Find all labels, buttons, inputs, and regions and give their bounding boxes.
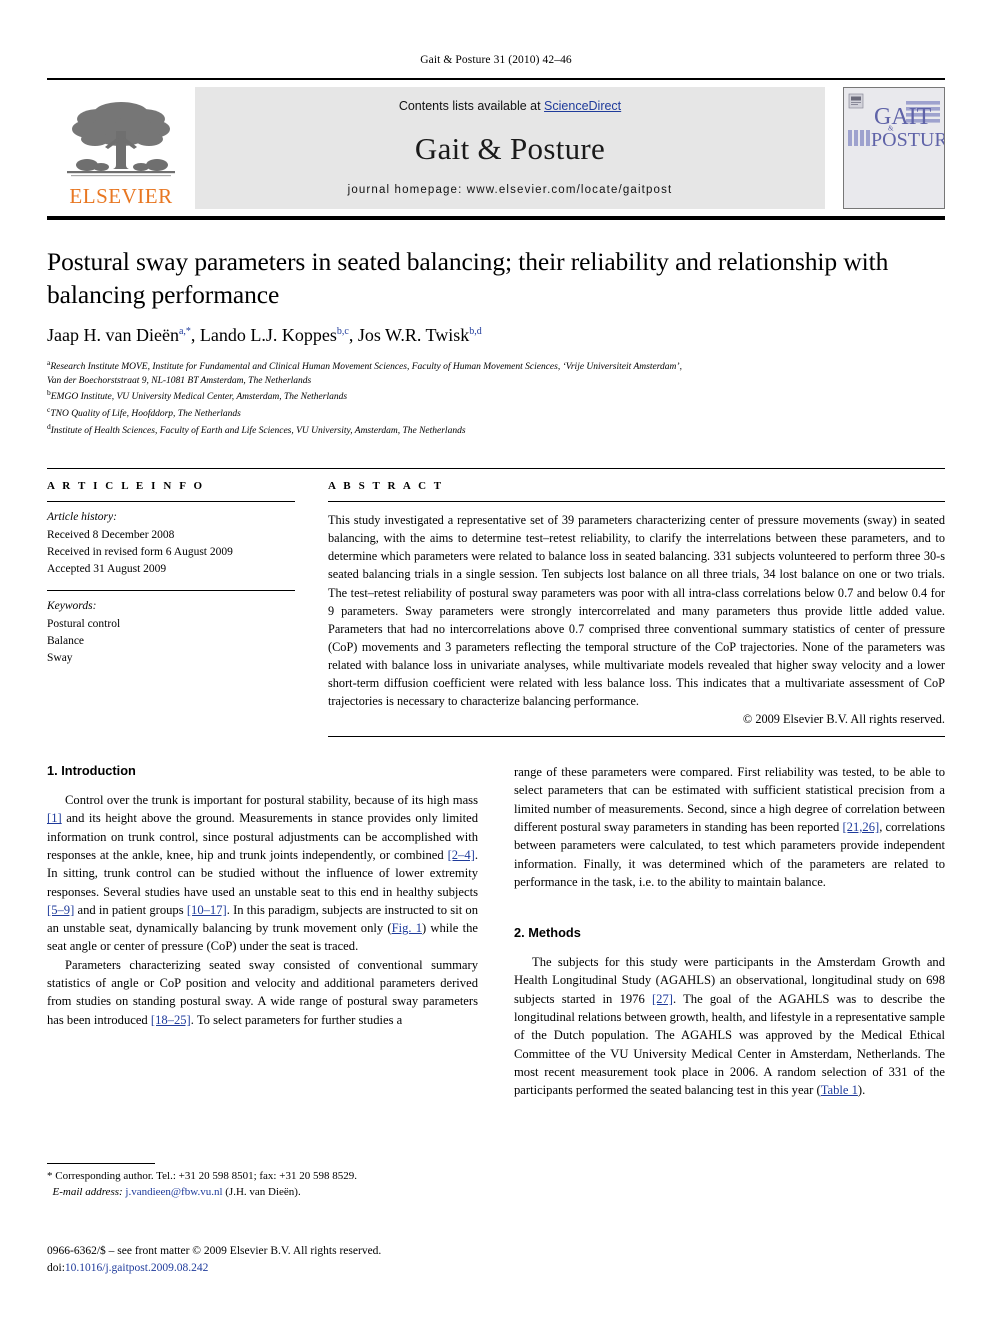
abstract-column: A B S T R A C T This study investigated … — [328, 480, 945, 737]
text-run: . The goal of the AGAHLS was to describe… — [514, 991, 945, 1098]
affiliation-list: aResearch Institute MOVE, Institute for … — [47, 358, 945, 438]
table-link[interactable]: Table 1 — [821, 1083, 858, 1097]
text-run: and in patient groups — [74, 902, 187, 917]
abstract-heading: A B S T R A C T — [328, 480, 444, 493]
doi-link[interactable]: 10.1016/j.gaitpost.2009.08.242 — [65, 1262, 208, 1274]
affiliation-text: EMGO Institute, VU University Medical Ce… — [50, 392, 348, 403]
author-name: Jaap H. van Dieën — [47, 325, 179, 346]
paper-page: Gait & Posture 31 (2010) 42–46 ELSEVIER … — [0, 0, 992, 1323]
article-history: Article history: Received 8 December 200… — [47, 502, 295, 578]
email-label: E-mail address: — [52, 1185, 123, 1198]
body-column-left: 1. Introduction Control over the trunk i… — [47, 763, 478, 1100]
affiliation-text: Institute of Health Sciences, Faculty of… — [50, 425, 466, 436]
affiliation-text: TNO Quality of Life, Hoofddorp, The Neth… — [50, 409, 241, 420]
citation-link[interactable]: [10–17] — [187, 903, 227, 917]
contents-line: Contents lists available at ScienceDirec… — [399, 99, 621, 113]
article-info-column: A R T I C L E I N F O Article history: R… — [47, 480, 295, 737]
journal-title: Gait & Posture — [414, 130, 606, 166]
journal-cover-thumbnail: GAIT & POSTURE — [843, 87, 945, 209]
intro-paragraph-2: Parameters characterizing seated sway co… — [47, 956, 478, 1029]
author-affil-marker[interactable]: b,c — [337, 326, 349, 337]
author-list: Jaap H. van Dieëna,*, Lando L.J. Koppesb… — [47, 325, 482, 346]
intro-paragraph-1: Control over the trunk is important for … — [47, 791, 478, 956]
svg-text:POSTURE: POSTURE — [871, 129, 944, 151]
email-owner: (J.H. van Dieën). — [225, 1185, 301, 1198]
author-affil-marker[interactable]: a,* — [179, 326, 191, 337]
affiliation-item: aResearch Institute MOVE, Institute for … — [47, 358, 945, 375]
methods-paragraph-1: The subjects for this study were partici… — [514, 953, 945, 1100]
text-run: and its height above the ground. Measure… — [47, 811, 478, 862]
history-item: Accepted 31 August 2009 — [47, 563, 167, 576]
citation-link[interactable]: [27] — [652, 992, 673, 1006]
affiliation-item: bEMGO Institute, VU University Medical C… — [47, 388, 945, 405]
citation-link[interactable]: [21,26] — [842, 820, 879, 834]
corresponding-author-text: * Corresponding author. Tel.: +31 20 598… — [47, 1170, 357, 1182]
author-name: Lando L.J. Koppes — [199, 325, 337, 346]
citation-link[interactable]: [2–4] — [448, 848, 475, 862]
figure-link[interactable]: Fig. 1 — [392, 921, 422, 935]
citation-link[interactable]: [1] — [47, 811, 62, 825]
keyword-item[interactable]: Balance — [47, 633, 295, 650]
page-title: Postural sway parameters in seated balan… — [47, 247, 889, 309]
intro-paragraph-3: range of these parameters were compared.… — [514, 763, 945, 891]
citation-link[interactable]: [5–9] — [47, 903, 74, 917]
section-heading-introduction: 1. Introduction — [47, 762, 136, 778]
abstract-text: This study investigated a representative… — [328, 513, 945, 708]
footnote-area: * Corresponding author. Tel.: +31 20 598… — [47, 1163, 467, 1200]
keyword-item[interactable]: Postural control — [47, 616, 295, 633]
keywords-label: Keywords: — [47, 600, 97, 613]
article-info-heading: A R T I C L E I N F O — [47, 480, 205, 493]
abstract-copyright: © 2009 Elsevier B.V. All rights reserved… — [742, 711, 945, 726]
email-link[interactable]: j.vandieen@fbw.vu.nl — [125, 1186, 222, 1198]
elsevier-wordmark: ELSEVIER — [69, 184, 173, 208]
running-head: Gait & Posture 31 (2010) 42–46 — [420, 54, 572, 66]
elsevier-tree-icon — [61, 97, 181, 185]
corresponding-author-note: * Corresponding author. Tel.: +31 20 598… — [47, 1169, 467, 1200]
text-run: Control over the trunk is important for … — [65, 792, 478, 807]
journal-band: Contents lists available at ScienceDirec… — [195, 87, 825, 209]
affiliation-text: Research Institute MOVE, Institute for F… — [50, 362, 682, 373]
issn-doi-block: 0966-6362/$ – see front matter © 2009 El… — [47, 1243, 477, 1278]
title-block: Postural sway parameters in seated balan… — [47, 246, 945, 438]
history-item: Received in revised form 6 August 2009 — [47, 545, 233, 558]
issn-line: 0966-6362/$ – see front matter © 2009 El… — [47, 1245, 382, 1257]
body-columns: 1. Introduction Control over the trunk i… — [47, 763, 945, 1100]
journal-homepage[interactable]: journal homepage: www.elsevier.com/locat… — [348, 184, 673, 196]
author-name: Jos W.R. Twisk — [357, 325, 470, 346]
section-heading-methods: 2. Methods — [514, 925, 581, 941]
keyword-item[interactable]: Sway — [47, 650, 295, 667]
email-line: E-mail address: j.vandieen@fbw.vu.nl (J.… — [47, 1185, 467, 1201]
journal-masthead: ELSEVIER Contents lists available at Sci… — [47, 78, 945, 209]
affiliation-item: cTNO Quality of Life, Hoofddorp, The Net… — [47, 405, 945, 422]
abstract-bottom-rule — [328, 735, 945, 737]
author-affil-marker[interactable]: b,d — [469, 326, 482, 337]
sciencedirect-link[interactable]: ScienceDirect — [544, 99, 621, 113]
doi-label: doi: — [47, 1262, 65, 1275]
keywords-block: Keywords: Postural control Balance Sway — [47, 591, 295, 667]
text-run: . To select parameters for further studi… — [190, 1012, 403, 1027]
text-run: ). — [857, 1083, 866, 1098]
info-abstract-row: A R T I C L E I N F O Article history: R… — [47, 468, 945, 737]
history-item: Received 8 December 2008 — [47, 528, 175, 541]
affiliation-item: dInstitute of Health Sciences, Faculty o… — [47, 422, 945, 439]
body-column-right: range of these parameters were compared.… — [514, 763, 945, 1100]
doi-line: doi:10.1016/j.gaitpost.2009.08.242 — [47, 1260, 477, 1277]
affiliation-item-cont: Van der Boechorststraat 9, NL-1081 BT Am… — [47, 375, 945, 388]
elsevier-logo: ELSEVIER — [47, 87, 195, 209]
masthead-bottom-rule — [47, 216, 945, 220]
affiliation-text: Van der Boechorststraat 9, NL-1081 BT Am… — [47, 375, 312, 386]
svg-text:GAIT: GAIT — [874, 104, 932, 130]
contents-prefix: Contents lists available at — [398, 99, 545, 113]
footnote-rule — [47, 1163, 155, 1164]
article-history-label: Article history: — [47, 511, 117, 524]
citation-link[interactable]: [18–25] — [151, 1013, 191, 1027]
